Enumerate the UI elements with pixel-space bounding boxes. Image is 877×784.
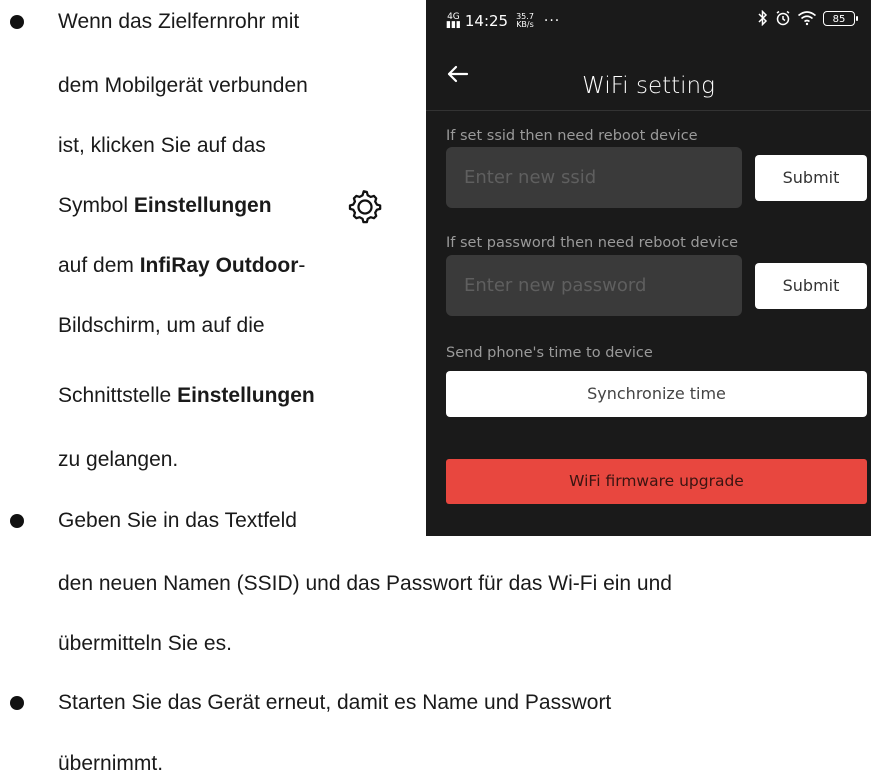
network-indicator: 4G ▮▮▮: [446, 12, 461, 30]
bullet-dot: [10, 696, 24, 710]
password-input[interactable]: Enter new password: [446, 255, 742, 316]
instruction-text: übermitteln Sie es.: [58, 632, 232, 655]
ssid-hint: If set ssid then need reboot device: [446, 128, 698, 144]
bullet-dot: [10, 514, 24, 528]
app-header: WiFi setting: [426, 44, 871, 110]
instruction-text: den neuen Namen (SSID) und das Passwort …: [58, 572, 672, 595]
ssid-input[interactable]: Enter new ssid: [446, 147, 742, 208]
firmware-upgrade-button[interactable]: WiFi firmware upgrade: [446, 459, 867, 504]
instruction-text: Wenn das Zielfernrohr mit: [58, 10, 300, 33]
phone-screenshot: 4G ▮▮▮ 14:25 35.7 KB/s ··· 85 WiFi setting…: [426, 0, 871, 536]
instruction-text: Symbol Einstellungen: [58, 194, 272, 217]
instruction-text: übernimmt.: [58, 752, 164, 775]
bold-term: Einstellungen: [133, 194, 272, 217]
instruction-text: ist, klicken Sie auf das: [58, 134, 266, 157]
synchronize-time-button[interactable]: Synchronize time: [446, 371, 867, 417]
more-notifications: ···: [543, 13, 561, 29]
instruction-text: Bildschirm, um auf die: [58, 314, 265, 337]
instruction-text: zu gelangen.: [58, 448, 179, 471]
bullet-dot: [10, 15, 24, 29]
bluetooth-icon: [758, 10, 768, 26]
page-title: WiFi setting: [582, 73, 715, 99]
instruction-text: Geben Sie in das Textfeld: [58, 509, 297, 532]
header-divider: [426, 110, 871, 111]
time-hint: Send phone's time to device: [446, 345, 653, 361]
alarm-icon: [776, 10, 790, 26]
password-submit-button[interactable]: Submit: [755, 263, 867, 309]
wifi-icon: [797, 11, 817, 26]
instruction-text: auf dem InfiRay Outdoor-: [58, 254, 306, 277]
instruction-text: dem Mobilgerät verbunden: [58, 74, 308, 97]
battery-icon: 85: [823, 10, 858, 26]
bold-term: Einstellungen: [177, 384, 315, 407]
password-hint: If set password then need reboot device: [446, 235, 739, 251]
bold-term: InfiRay Outdoor: [139, 254, 299, 277]
ssid-submit-button[interactable]: Submit: [755, 155, 867, 201]
network-speed: 35.7 KB/s: [516, 12, 534, 29]
clock: 14:25: [464, 12, 509, 30]
gear-icon: [348, 190, 382, 224]
instruction-text: Schnittstelle Einstellungen: [58, 384, 315, 407]
status-bar: 4G ▮▮▮ 14:25 35.7 KB/s ··· 85: [426, 0, 871, 44]
instruction-text: Starten Sie das Gerät erneut, damit es N…: [58, 691, 612, 714]
